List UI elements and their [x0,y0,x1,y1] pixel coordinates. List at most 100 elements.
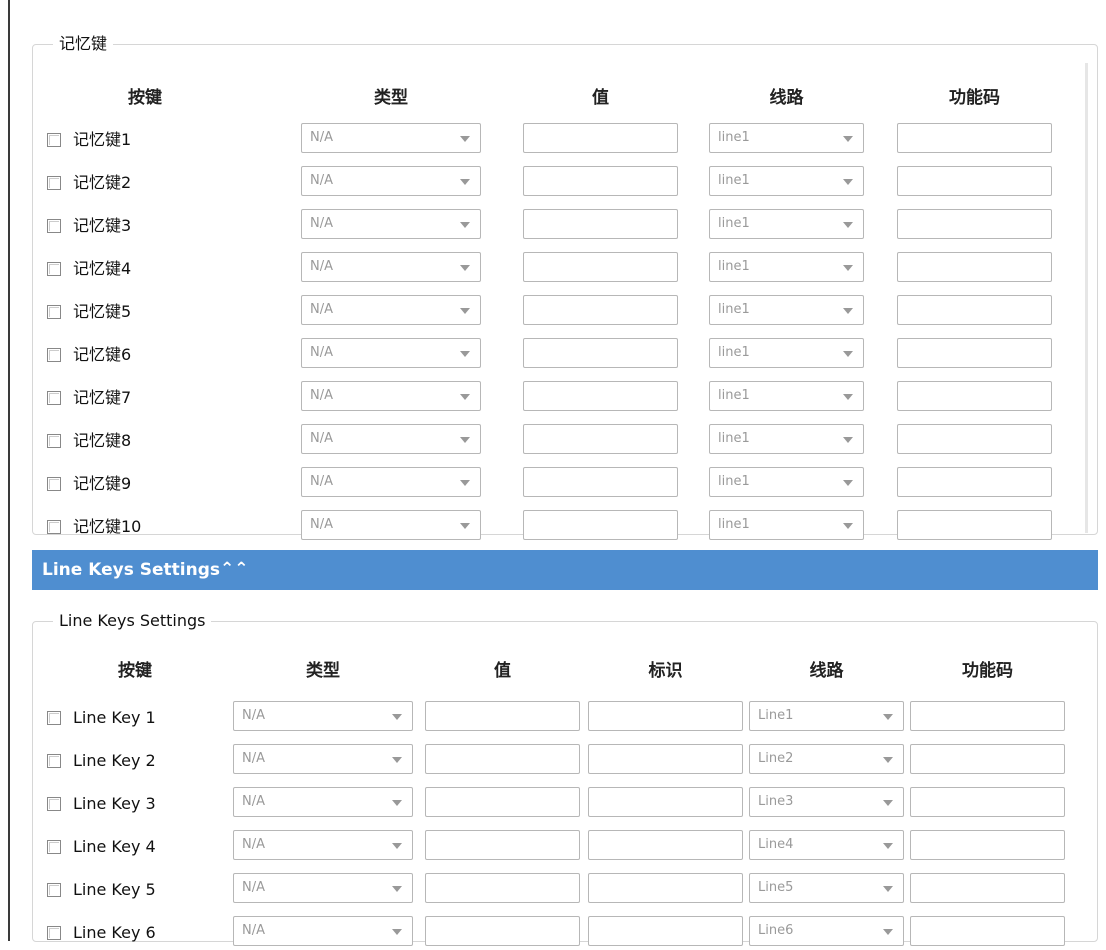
value-input[interactable] [523,338,678,368]
value-input[interactable] [523,123,678,153]
chevron-down-icon [843,222,853,228]
lk-function-code-input[interactable] [910,744,1065,774]
lk-type-select[interactable]: N/A [233,787,413,817]
collapse-chevron-icon[interactable]: ⌃⌃ [220,559,249,579]
function-code-input[interactable] [897,424,1052,454]
line-select[interactable]: line1 [709,252,864,282]
lk-line-select[interactable]: Line1 [749,701,904,731]
type-select[interactable]: N/A [301,338,481,368]
lk-line-select[interactable]: Line4 [749,830,904,860]
type-select[interactable]: N/A [301,467,481,497]
line-key-checkbox[interactable] [47,883,61,897]
function-code-input[interactable] [897,209,1052,239]
function-code-input[interactable] [897,166,1052,196]
lk-value-input[interactable] [425,830,580,860]
line-select[interactable]: line1 [709,424,864,454]
lk-label-input[interactable] [588,916,743,946]
lk-type-select[interactable]: N/A [233,744,413,774]
lk-line-select[interactable]: Line5 [749,873,904,903]
memory-key-checkbox[interactable] [47,434,61,448]
value-input[interactable] [523,166,678,196]
chevron-down-icon [843,308,853,314]
line-key-checkbox[interactable] [47,926,61,940]
memory-key-checkbox[interactable] [47,133,61,147]
memory-key-checkbox[interactable] [47,219,61,233]
type-select[interactable]: N/A [301,295,481,325]
value-input[interactable] [523,510,678,540]
chevron-down-icon [460,136,470,142]
lk-function-code-input[interactable] [910,916,1065,946]
line-select[interactable]: line1 [709,510,864,540]
lk-header-label: 标识 [648,661,683,681]
lk-function-code-input[interactable] [910,787,1065,817]
lk-label-input[interactable] [588,873,743,903]
line-select[interactable]: line1 [709,166,864,196]
lk-value-input[interactable] [425,916,580,946]
line-key-checkbox[interactable] [47,840,61,854]
lk-label-input[interactable] [588,830,743,860]
lk-value-input[interactable] [425,873,580,903]
lk-type-select[interactable]: N/A [233,873,413,903]
memory-key-checkbox[interactable] [47,520,61,534]
line-select[interactable]: line1 [709,381,864,411]
value-input[interactable] [523,209,678,239]
memory-key-checkbox[interactable] [47,305,61,319]
value-input[interactable] [523,295,678,325]
memory-key-checkbox[interactable] [47,391,61,405]
lk-label-input[interactable] [588,744,743,774]
memory-key-label: 记忆键5 [73,302,132,321]
line-key-checkbox[interactable] [47,754,61,768]
lk-function-code-input[interactable] [910,830,1065,860]
line-key-checkbox[interactable] [47,711,61,725]
type-select[interactable]: N/A [301,510,481,540]
function-code-input[interactable] [897,510,1052,540]
memory-key-label: 记忆键9 [73,474,132,493]
line-key-checkbox[interactable] [47,797,61,811]
type-select[interactable]: N/A [301,166,481,196]
value-input[interactable] [523,252,678,282]
lk-label-input[interactable] [588,701,743,731]
lk-line-select[interactable]: Line2 [749,744,904,774]
memory-key-checkbox[interactable] [47,262,61,276]
type-select-value: N/A [310,173,333,188]
lk-value-input[interactable] [425,744,580,774]
function-code-input[interactable] [897,467,1052,497]
type-select[interactable]: N/A [301,252,481,282]
type-select[interactable]: N/A [301,424,481,454]
lk-label-input[interactable] [588,787,743,817]
chevron-down-icon [460,179,470,185]
chevron-down-icon [460,265,470,271]
lk-value-input[interactable] [425,787,580,817]
function-code-input[interactable] [897,338,1052,368]
lk-type-select[interactable]: N/A [233,916,413,946]
lk-line-select[interactable]: Line6 [749,916,904,946]
type-select[interactable]: N/A [301,209,481,239]
function-code-input[interactable] [897,381,1052,411]
lk-value-input[interactable] [425,701,580,731]
function-code-input[interactable] [897,123,1052,153]
lk-type-select[interactable]: N/A [233,701,413,731]
lk-line-select[interactable]: Line3 [749,787,904,817]
scrollbar-track[interactable] [1085,63,1088,533]
line-select[interactable]: line1 [709,338,864,368]
line-key-label: Line Key 4 [73,837,156,856]
memory-key-checkbox[interactable] [47,176,61,190]
type-select[interactable]: N/A [301,123,481,153]
memory-key-checkbox[interactable] [47,348,61,362]
value-input[interactable] [523,467,678,497]
line-keys-settings-banner[interactable]: Line Keys Settings ⌃⌃ [32,550,1098,590]
function-code-input[interactable] [897,295,1052,325]
type-select-value: N/A [310,216,333,231]
value-input[interactable] [523,424,678,454]
line-select[interactable]: line1 [709,467,864,497]
line-select[interactable]: line1 [709,209,864,239]
line-select[interactable]: line1 [709,295,864,325]
memory-key-checkbox[interactable] [47,477,61,491]
function-code-input[interactable] [897,252,1052,282]
lk-function-code-input[interactable] [910,873,1065,903]
type-select[interactable]: N/A [301,381,481,411]
lk-function-code-input[interactable] [910,701,1065,731]
value-input[interactable] [523,381,678,411]
lk-type-select[interactable]: N/A [233,830,413,860]
line-select[interactable]: line1 [709,123,864,153]
